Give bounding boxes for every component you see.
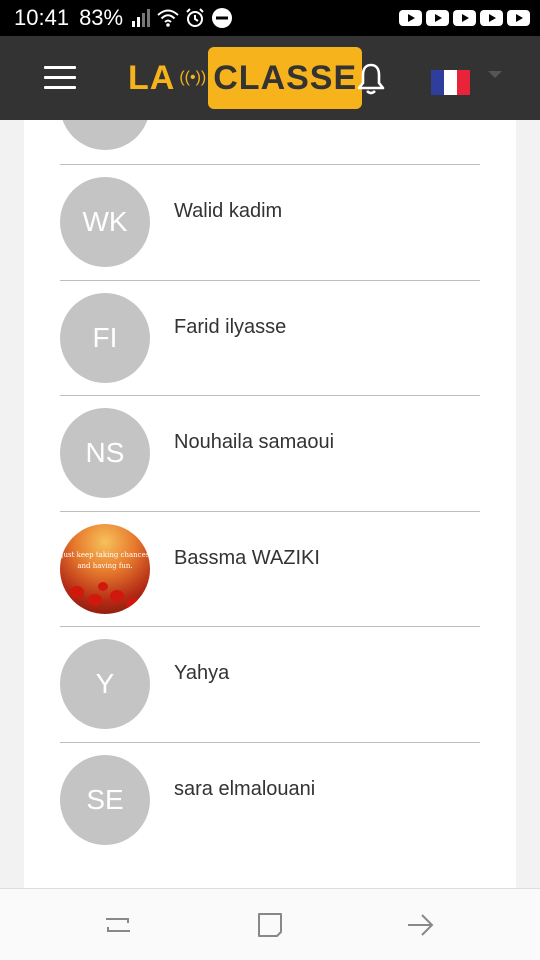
avatar-photo: Just keep taking chances and having fun. (60, 524, 150, 614)
menu-icon[interactable] (44, 66, 76, 90)
alarm-icon (186, 8, 204, 27)
avatar: NS (60, 408, 150, 498)
status-time: 10:41 (14, 5, 70, 30)
battery-level: 83% (79, 5, 124, 30)
youtube-icon (453, 10, 476, 26)
member-name: Yahya (174, 662, 230, 684)
logo-classe-text: CLASSE (213, 58, 358, 97)
list-item[interactable] (60, 120, 480, 163)
youtube-icon (426, 10, 449, 26)
member-name: Nouhaila samaoui (174, 431, 335, 453)
list-item[interactable]: WK Walid kadim (60, 164, 480, 279)
avatar: WK (60, 177, 150, 267)
home-icon[interactable] (254, 909, 286, 941)
logo-la-text: LA (128, 58, 176, 97)
list-item[interactable]: FI Farid ilyasse (60, 280, 480, 395)
broadcast-icon: ((•)) (179, 69, 207, 86)
list-item[interactable]: SE sara elmalouani (60, 742, 480, 857)
avatar: SE (60, 755, 150, 845)
status-bar: 10:41 83% (0, 0, 540, 36)
bell-icon[interactable] (356, 62, 386, 96)
notification-icons (399, 10, 530, 26)
member-name: Walid kadim (174, 200, 283, 222)
back-icon[interactable] (404, 909, 436, 941)
chevron-down-icon[interactable] (488, 71, 502, 78)
list-item[interactable]: Just keep taking chances and having fun.… (60, 511, 480, 626)
member-name: Bassma WAZIKI (174, 547, 320, 569)
youtube-icon (480, 10, 503, 26)
member-name: Farid ilyasse (174, 316, 287, 338)
la-classe-logo[interactable]: LA ((•)) CLASSE (128, 47, 363, 109)
youtube-icon (507, 10, 530, 26)
photo-quote: Just keep taking chances and having fun. (60, 551, 150, 570)
navigation-bar (0, 888, 540, 960)
france-flag-icon[interactable] (431, 70, 470, 95)
signal-icon (132, 9, 151, 27)
avatar: Y (60, 639, 150, 729)
do-not-disturb-icon (212, 8, 233, 28)
avatar (60, 120, 150, 150)
list-item[interactable]: Y Yahya (60, 626, 480, 741)
app-header: LA ((•)) CLASSE (0, 36, 540, 120)
recent-apps-icon[interactable] (102, 909, 134, 941)
member-list: WK Walid kadim FI Farid ilyasse NS Nouha… (24, 120, 516, 888)
member-name: sara elmalouani (174, 778, 316, 800)
list-item[interactable]: NS Nouhaila samaoui (60, 395, 480, 510)
status-icons (131, 7, 233, 29)
youtube-icon (399, 10, 422, 26)
wifi-icon (157, 9, 179, 27)
avatar: FI (60, 293, 150, 383)
logo-box: CLASSE (208, 47, 363, 109)
